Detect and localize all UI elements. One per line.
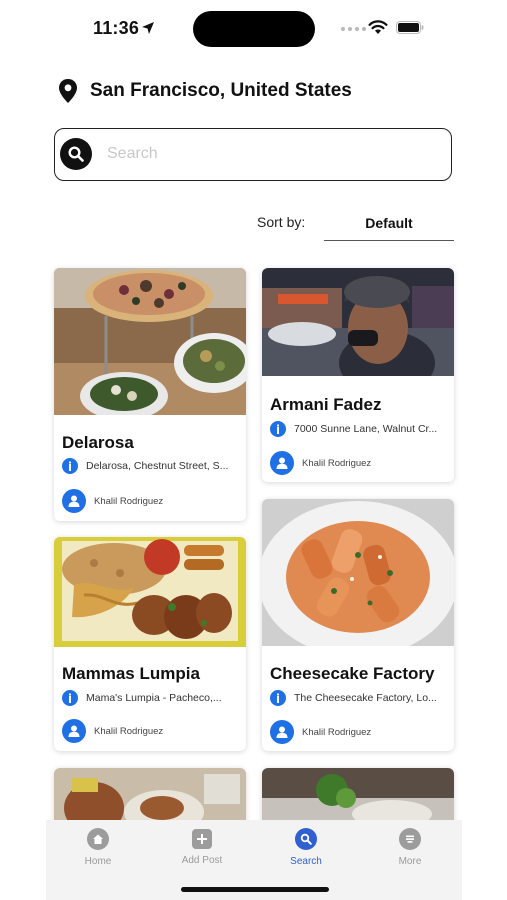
post-author-name: Khalil Rodriguez — [94, 495, 164, 507]
post-author[interactable]: Khalil Rodriguez — [270, 451, 371, 475]
cellular-signal-icon — [341, 27, 366, 31]
avatar-icon — [270, 720, 294, 744]
current-location[interactable]: San Francisco, United States — [58, 78, 352, 104]
post-address-text: Mama's Lumpia - Pacheco,... — [86, 692, 222, 704]
tab-more[interactable]: More — [365, 828, 455, 867]
search-bar[interactable] — [54, 128, 452, 181]
dynamic-island — [193, 11, 315, 47]
location-info-icon — [62, 690, 78, 706]
status-time: 11:36 — [93, 18, 140, 38]
post-address-text: 7000 Sunne Lane, Walnut Cr... — [294, 423, 438, 435]
tab-label: Search — [290, 856, 322, 867]
sort-label: Sort by: — [257, 214, 306, 230]
post-author-name: Khalil Rodriguez — [302, 457, 372, 469]
post-author[interactable]: Khalil Rodriguez — [270, 720, 371, 744]
avatar-icon — [62, 719, 86, 743]
post-title: Mammas Lumpia — [62, 664, 200, 683]
avatar-icon — [62, 489, 86, 513]
map-pin-icon — [59, 79, 77, 103]
home-icon — [87, 828, 109, 850]
post-author[interactable]: Khalil Rodriguez — [62, 489, 163, 513]
post-author-name: Khalil Rodriguez — [94, 725, 164, 737]
post-title: Cheesecake Factory — [270, 664, 435, 683]
plus-icon — [192, 829, 212, 849]
post-card[interactable]: Mammas Lumpia Mama's Lumpia - Pacheco,..… — [54, 537, 246, 751]
tab-label: Home — [84, 856, 112, 867]
post-address: Mama's Lumpia - Pacheco,... — [62, 690, 240, 706]
post-image — [262, 768, 454, 828]
post-card[interactable]: Armani Fadez 7000 Sunne Lane, Walnut Cr.… — [262, 268, 454, 482]
tab-label: Add Post — [181, 855, 223, 866]
menu-icon — [399, 828, 421, 850]
post-address-text: Delarosa, Chestnut Street, S... — [86, 460, 229, 472]
sort-dropdown[interactable]: Default — [324, 206, 454, 241]
wifi-icon — [368, 20, 388, 34]
post-card[interactable]: Cheesecake Factory The Cheesecake Factor… — [262, 499, 454, 751]
post-image — [262, 499, 454, 646]
location-info-icon — [270, 690, 286, 706]
post-image — [54, 537, 246, 647]
location-arrow-icon — [142, 22, 154, 34]
tab-label: More — [398, 856, 422, 867]
post-title: Armani Fadez — [270, 395, 382, 414]
location-info-icon — [270, 421, 286, 437]
post-image — [262, 268, 454, 376]
post-card[interactable] — [54, 768, 246, 828]
sort-selected-value: Default — [365, 215, 413, 231]
post-title: Delarosa — [62, 433, 134, 452]
avatar-icon — [270, 451, 294, 475]
post-image — [54, 268, 246, 415]
post-address: 7000 Sunne Lane, Walnut Cr... — [270, 421, 448, 437]
tab-add-post[interactable]: Add Post — [157, 828, 247, 866]
search-icon[interactable] — [60, 138, 92, 170]
home-indicator — [181, 887, 329, 892]
tab-search[interactable]: Search — [261, 828, 351, 867]
location-info-icon — [62, 458, 78, 474]
search-icon — [295, 828, 317, 850]
search-input[interactable] — [107, 141, 437, 167]
post-address: Delarosa, Chestnut Street, S... — [62, 458, 240, 474]
post-card[interactable]: Delarosa Delarosa, Chestnut Street, S...… — [54, 268, 246, 521]
post-address: The Cheesecake Factory, Lo... — [270, 690, 448, 706]
location-label: San Francisco, United States — [90, 80, 352, 101]
tab-home[interactable]: Home — [53, 828, 143, 867]
post-image — [54, 768, 246, 828]
post-author[interactable]: Khalil Rodriguez — [62, 719, 163, 743]
post-author-name: Khalil Rodriguez — [302, 726, 372, 738]
post-address-text: The Cheesecake Factory, Lo... — [294, 692, 437, 704]
post-card[interactable] — [262, 768, 454, 828]
status-bar: 11:36 — [0, 0, 507, 58]
battery-icon — [396, 21, 424, 34]
